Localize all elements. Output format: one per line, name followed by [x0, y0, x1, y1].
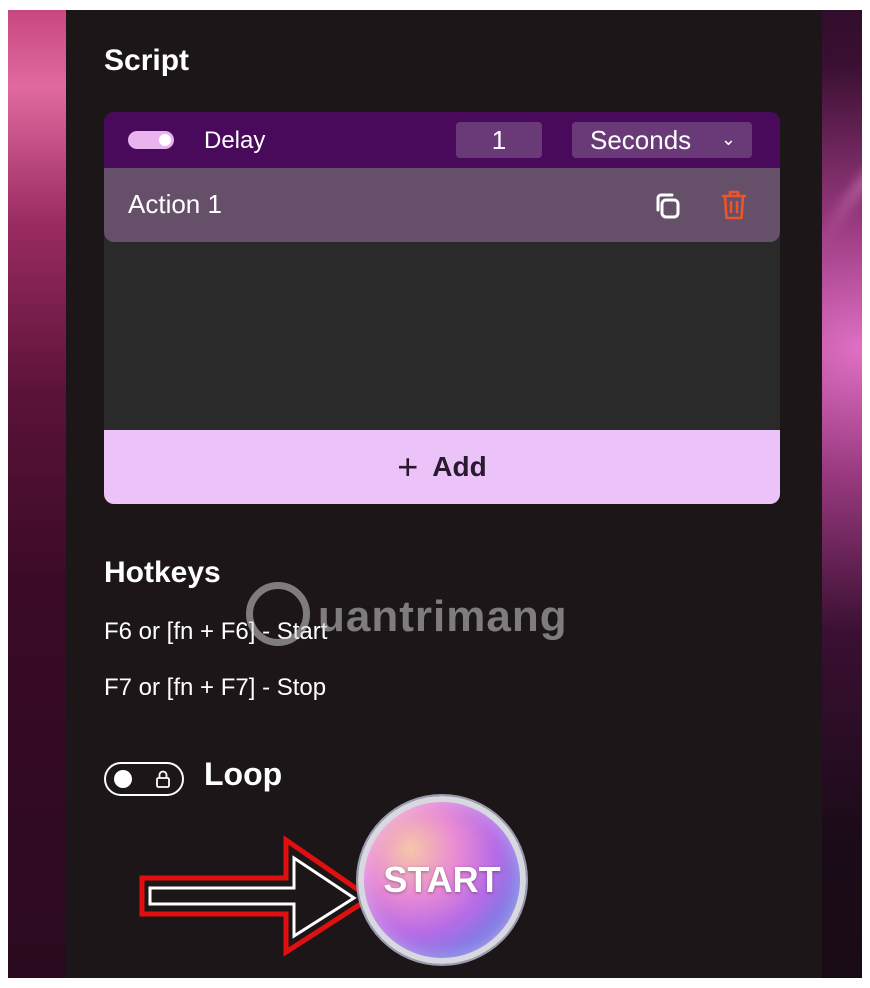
desktop-wallpaper-left: [8, 10, 66, 978]
lock-icon: [156, 770, 170, 788]
delay-label: Delay: [204, 127, 266, 154]
delay-unit-value: Seconds: [590, 125, 692, 155]
delay-bar: Delay 1 Seconds ⌄: [104, 112, 780, 168]
copy-icon[interactable]: [652, 190, 684, 222]
add-label: Add: [432, 451, 487, 482]
delay-toggle[interactable]: [128, 131, 174, 149]
loop-toggle-knob: [114, 770, 132, 788]
loop-label: Loop: [204, 756, 283, 792]
script-card: Delay 1 Seconds ⌄ Action 1 + Add: [104, 112, 780, 504]
add-action-button[interactable]: + Add: [104, 430, 780, 504]
loop-toggle[interactable]: [104, 762, 184, 796]
action-item[interactable]: Action 1: [104, 168, 780, 242]
hotkey-stop-line: F7 or [fn + F7] - Stop: [104, 674, 327, 701]
arrow-annotation: [139, 835, 375, 957]
app-window: Script Delay 1 Seconds ⌄ Action 1 + Add …: [8, 10, 862, 978]
action-label: Action 1: [128, 189, 222, 219]
hotkey-start-line: F6 or [fn + F6] - Start: [104, 618, 328, 645]
hotkeys-title: Hotkeys: [104, 556, 221, 589]
chevron-down-icon: ⌄: [720, 129, 736, 149]
delay-value-input[interactable]: 1: [456, 122, 542, 158]
delay-unit-select[interactable]: Seconds ⌄: [572, 122, 752, 158]
trash-icon[interactable]: [718, 188, 750, 222]
plus-icon: +: [397, 446, 419, 487]
script-title: Script: [104, 44, 190, 77]
start-button[interactable]: START: [358, 796, 526, 964]
